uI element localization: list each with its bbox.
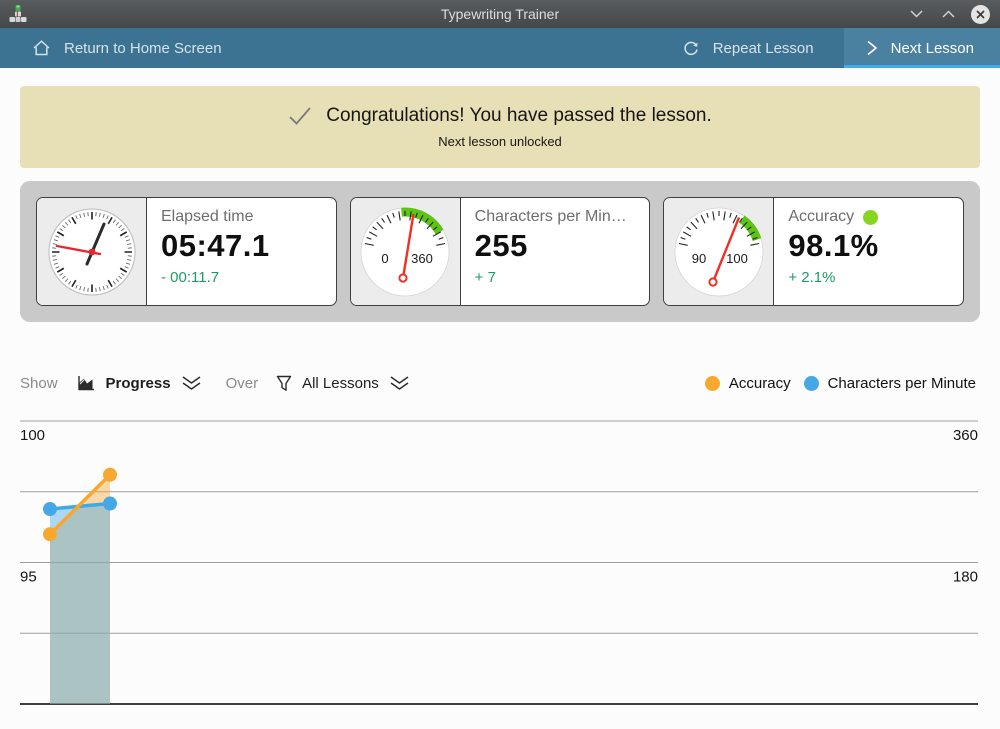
double-chevron-down-icon xyxy=(181,376,202,391)
svg-text:360: 360 xyxy=(411,251,433,266)
over-label: Over xyxy=(226,375,259,392)
repeat-icon xyxy=(682,39,700,57)
lessons-selector[interactable]: All Lessons xyxy=(276,375,410,392)
elapsed-time-card: Elapsed time 05:47.1 - 00:11.7 xyxy=(36,197,337,306)
stat-delta: - 00:11.7 xyxy=(161,269,322,286)
svg-text:100: 100 xyxy=(726,251,748,266)
accuracy-legend-label: Accuracy xyxy=(729,375,791,392)
svg-text:360: 360 xyxy=(953,427,978,444)
stats-container: Elapsed time 05:47.1 - 00:11.7 0 360 xyxy=(20,181,980,322)
banner-subtitle: Next lesson unlocked xyxy=(438,134,562,149)
svg-text:100: 100 xyxy=(20,427,45,444)
svg-text:90: 90 xyxy=(692,251,706,266)
stat-delta: + 2.1% xyxy=(788,269,949,286)
close-icon[interactable] xyxy=(971,5,990,24)
window-controls xyxy=(907,5,1000,24)
progress-chart: 100 95 360 180 xyxy=(0,408,1000,729)
banner-title: Congratulations! You have passed the les… xyxy=(326,105,712,127)
cpm-card: 0 360 Characters per Min… 255 + 7 xyxy=(350,197,651,306)
stat-delta: + 7 xyxy=(475,269,636,286)
return-home-button[interactable]: Return to Home Screen xyxy=(0,28,252,68)
double-chevron-down-icon xyxy=(389,376,410,391)
cpm-legend-swatch xyxy=(804,376,819,391)
accuracy-gauge-icon: 90 100 xyxy=(664,198,774,305)
repeat-lesson-label: Repeat Lesson xyxy=(713,40,814,57)
toolbar-spacer xyxy=(252,28,652,68)
svg-text:180: 180 xyxy=(953,569,978,586)
area-chart-icon xyxy=(76,374,96,392)
stat-label: Accuracy xyxy=(788,208,949,226)
clock-icon xyxy=(37,198,147,305)
progress-chart-canvas: 100 95 360 180 xyxy=(0,408,1000,729)
cpm-gauge-icon: 0 360 xyxy=(351,198,461,305)
accuracy-legend-swatch xyxy=(705,376,720,391)
filter-funnel-icon xyxy=(276,375,292,392)
app-icon xyxy=(7,3,29,25)
repeat-lesson-button[interactable]: Repeat Lesson xyxy=(652,28,844,68)
lessons-value: All Lessons xyxy=(302,375,379,392)
title-bar: Typewriting Trainer xyxy=(0,0,1000,28)
minimize-icon[interactable] xyxy=(907,5,925,23)
stat-label: Characters per Min… xyxy=(475,208,636,226)
next-lesson-button[interactable]: Next Lesson xyxy=(844,28,1000,68)
app-window: Typewriting Trainer Return to Home Scree… xyxy=(0,0,1000,729)
cpm-legend-label: Characters per Minute xyxy=(828,375,976,392)
checkmark-icon xyxy=(288,106,312,126)
result-banner: Congratulations! You have passed the les… xyxy=(20,86,980,168)
svg-text:0: 0 xyxy=(382,251,389,266)
graph-filter-bar: Show Progress Over All Lessons xyxy=(20,368,980,398)
show-value: Progress xyxy=(106,375,171,392)
next-lesson-label: Next Lesson xyxy=(891,40,974,57)
stat-value: 05:47.1 xyxy=(161,228,322,264)
chart-legend: Accuracy Characters per Minute xyxy=(705,375,980,392)
return-home-label: Return to Home Screen xyxy=(64,40,222,57)
stat-label: Elapsed time xyxy=(161,208,322,226)
svg-text:95: 95 xyxy=(20,569,37,586)
stat-value: 255 xyxy=(475,228,636,264)
chevron-right-icon xyxy=(866,40,878,56)
show-selector[interactable]: Progress xyxy=(76,374,202,392)
show-label: Show xyxy=(20,375,58,392)
accuracy-card: 90 100 Accuracy 98.1% + 2.1% xyxy=(663,197,964,306)
status-green-dot xyxy=(863,210,878,225)
home-icon xyxy=(32,39,51,57)
maximize-icon[interactable] xyxy=(939,5,957,23)
stat-value: 98.1% xyxy=(788,228,949,264)
window-title: Typewriting Trainer xyxy=(0,6,1000,22)
toolbar: Return to Home Screen Repeat Lesson Next… xyxy=(0,28,1000,68)
